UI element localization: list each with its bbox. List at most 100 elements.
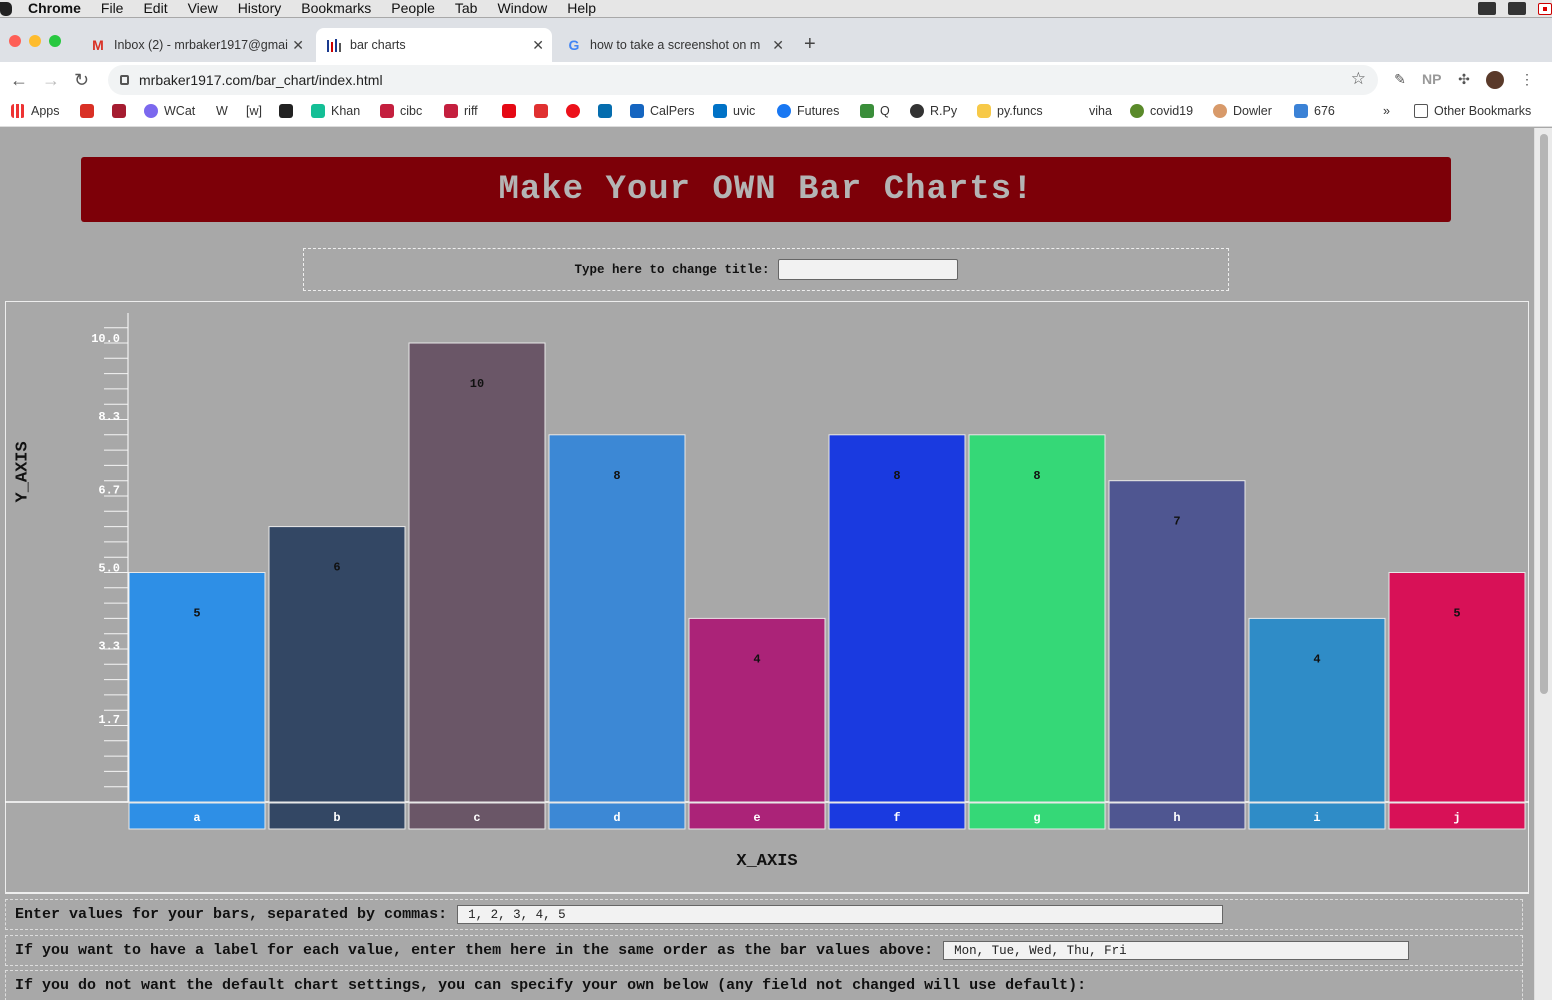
close-window-icon[interactable] [9, 35, 21, 47]
display-icon[interactable] [1478, 2, 1496, 15]
bookmark-dowler[interactable]: Dowler [1213, 104, 1272, 118]
menu-app-name[interactable]: Chrome [28, 0, 81, 17]
bookmark-scotiabank[interactable] [566, 104, 586, 118]
labels-label: If you want to have a label for each val… [15, 942, 934, 959]
bookmark-futures[interactable]: Futures [777, 104, 839, 118]
bookmark-covid19[interactable]: covid19 [1130, 104, 1193, 118]
category-label: a [193, 811, 200, 825]
google-icon: G [568, 37, 580, 53]
gmail-icon [80, 104, 94, 118]
bar-value-label: 4 [1313, 652, 1320, 666]
bookmark-harvard[interactable] [112, 104, 132, 118]
bookmark-wikipedia[interactable]: W [216, 104, 228, 118]
status-icons [1466, 0, 1552, 17]
category-label: i [1313, 811, 1320, 825]
scrollbar-thumb[interactable] [1540, 134, 1548, 694]
bookmark-wu[interactable] [279, 104, 299, 118]
minimize-window-icon[interactable] [29, 35, 41, 47]
bar-value-label: 7 [1173, 515, 1180, 529]
chevron-right-icon: » [1383, 104, 1390, 118]
url-text[interactable]: mrbaker1917.com/bar_chart/index.html [139, 72, 383, 88]
values-input[interactable] [457, 905, 1224, 924]
bookmark-label: 676 [1314, 104, 1335, 118]
menu-window[interactable]: Window [497, 0, 547, 17]
khan-icon [311, 104, 325, 118]
cibc-icon [380, 104, 394, 118]
bookmark-apps[interactable]: Apps [11, 104, 60, 118]
outlook-icon [713, 104, 727, 118]
bookmark-label: Apps [31, 104, 60, 118]
np-extension-icon[interactable]: NP [1422, 71, 1441, 89]
bookmark-q[interactable]: Q [860, 104, 890, 118]
category-label: d [613, 811, 620, 825]
facebook-icon [777, 104, 791, 118]
menu-tab[interactable]: Tab [455, 0, 478, 17]
menu-edit[interactable]: Edit [143, 0, 167, 17]
bookmark-676[interactable]: 676 [1294, 104, 1335, 118]
apple-icon[interactable] [0, 1, 12, 16]
bar-chart-icon [326, 38, 342, 52]
category-label: h [1173, 811, 1180, 825]
bookmark-viha[interactable]: viha [1089, 104, 1112, 118]
menu-help[interactable]: Help [567, 0, 596, 17]
bookmark-star-icon[interactable]: ☆ [1351, 69, 1366, 89]
q-icon [860, 104, 874, 118]
bookmark-citi[interactable] [598, 104, 618, 118]
y-axis: 1.7 3.3 5.0 6.7 8.3 10.0 [91, 313, 129, 803]
tab-google-search[interactable]: G how to take a screenshot on m ✕ [556, 28, 792, 62]
defaults-label: If you do not want the default chart set… [15, 977, 1087, 994]
bookmark-pyfuncs[interactable]: py.funcs [977, 104, 1043, 118]
bookmark-gmail[interactable] [80, 104, 100, 118]
bookmark-uvic[interactable]: uvic [713, 104, 755, 118]
back-icon[interactable]: ← [10, 70, 28, 91]
w-icon [1294, 104, 1308, 118]
canada-flag-icon[interactable] [1538, 2, 1552, 15]
menu-file[interactable]: File [101, 0, 124, 17]
scotiabank-icon [566, 104, 580, 118]
bookmarks-overflow-icon[interactable]: » [1383, 104, 1390, 118]
close-tab-icon[interactable]: ✕ [292, 37, 304, 54]
bar-value-label: 5 [1453, 607, 1460, 621]
y-tick-label: 3.3 [98, 640, 120, 654]
bookmark-label: Dowler [1233, 104, 1272, 118]
eyedropper-icon[interactable]: ✎ [1391, 71, 1409, 89]
airplay-icon[interactable] [1508, 2, 1526, 15]
folder-icon [1414, 104, 1428, 118]
bar-value-label: 8 [613, 469, 620, 483]
bookmark-khan[interactable]: Khan [311, 104, 360, 118]
profile-avatar[interactable] [1486, 71, 1504, 89]
bookmark-cibc[interactable]: cibc [380, 104, 422, 118]
bookmark-riff[interactable]: riff [444, 104, 478, 118]
bookmark-calpers[interactable]: CalPers [630, 104, 694, 118]
tab-inbox[interactable]: M Inbox (2) - mrbaker1917@gmai ✕ [80, 28, 312, 62]
y-tick-label: 1.7 [98, 713, 120, 727]
forward-icon[interactable]: → [42, 70, 60, 91]
lock-icon[interactable] [120, 75, 129, 85]
bookmark-other[interactable]: Other Bookmarks [1414, 104, 1531, 118]
reload-icon[interactable]: ↻ [74, 70, 89, 91]
zoom-window-icon[interactable] [49, 35, 61, 47]
bookmark-label: Other Bookmarks [1434, 104, 1532, 118]
close-tab-icon[interactable]: ✕ [532, 37, 544, 54]
bookmark-netflix[interactable] [502, 104, 522, 118]
page-scrollbar[interactable] [1534, 128, 1552, 1000]
wiktionary-icon: [w] [246, 104, 262, 118]
bookmark-label: viha [1089, 104, 1112, 118]
address-bar[interactable]: mrbaker1917.com/bar_chart/index.html ☆ [108, 65, 1378, 95]
menu-bookmarks[interactable]: Bookmarks [301, 0, 371, 17]
extensions-puzzle-icon[interactable]: ✣ [1455, 71, 1473, 89]
close-tab-icon[interactable]: ✕ [772, 37, 784, 54]
bookmark-label: Khan [331, 104, 361, 118]
bookmark-wcat[interactable]: WCat [144, 104, 195, 118]
labels-input[interactable] [943, 941, 1410, 960]
bookmark-calendar[interactable] [534, 104, 554, 118]
menu-view[interactable]: View [188, 0, 218, 17]
bookmark-wiktionary[interactable]: [w] [246, 104, 262, 118]
tab-bar-charts[interactable]: bar charts ✕ [316, 28, 552, 62]
bookmark-rpy[interactable]: R.Py [910, 104, 957, 118]
menu-history[interactable]: History [238, 0, 282, 17]
menu-people[interactable]: People [391, 0, 435, 17]
new-tab-icon[interactable]: + [804, 33, 816, 56]
menu-kebab-icon[interactable]: ⋮ [1518, 71, 1536, 89]
y-tick-label: 6.7 [98, 483, 120, 497]
